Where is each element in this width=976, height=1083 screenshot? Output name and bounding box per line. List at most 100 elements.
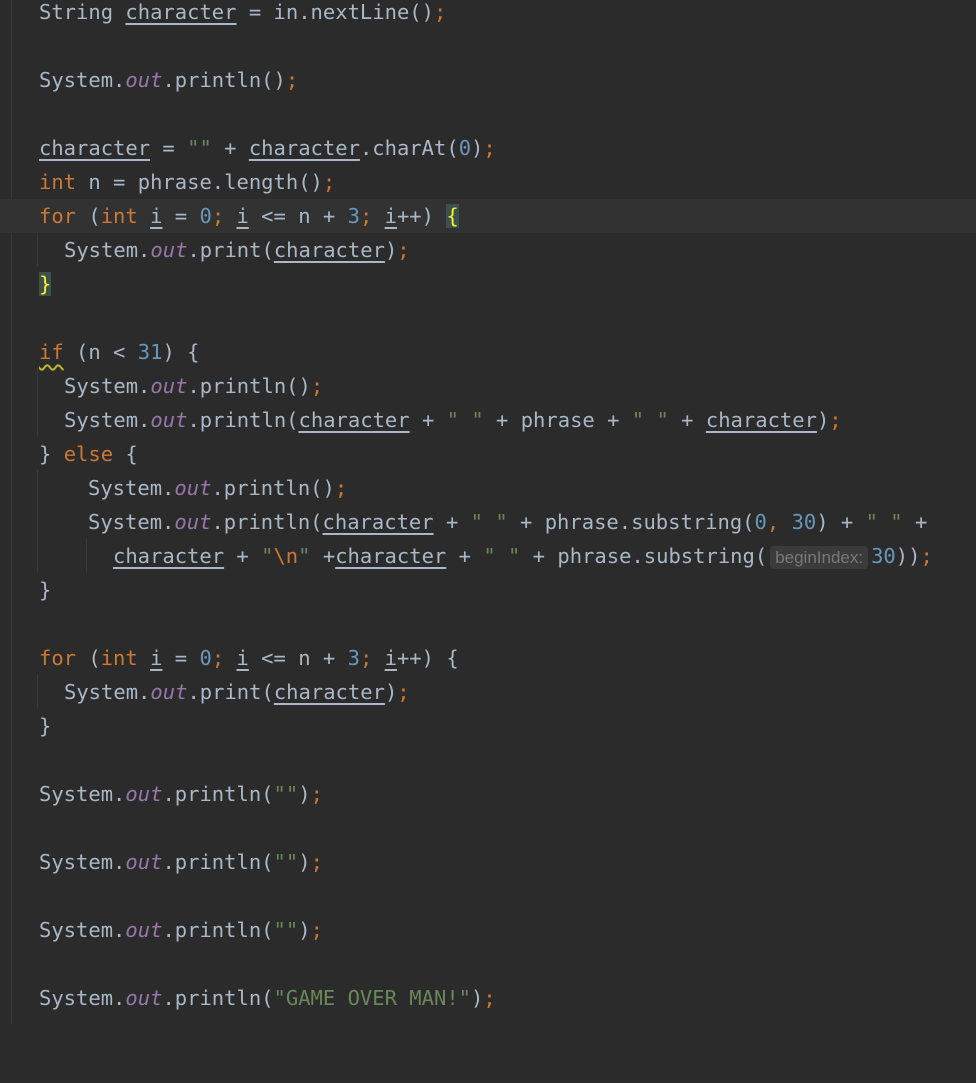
code-line[interactable]: System.out.println("GAME OVER MAN!"); [0,981,976,1015]
string-literal: "" [187,136,212,160]
semicolon: ; [359,646,385,670]
variable-token: character [248,136,360,160]
code-line[interactable]: } else { [0,437,976,471]
code-token: System. [64,374,151,398]
variable-token: character [705,408,817,432]
keyword-token: int [39,170,77,194]
semicolon: ; [397,238,410,262]
variable-token: character [335,544,447,568]
code-line[interactable]: System.out.println(""); [0,777,976,811]
string-literal: " " [865,510,903,534]
code-token: ) [298,918,311,942]
code-token: } [39,578,52,602]
string-literal: "" [273,850,299,874]
semicolon: ; [322,170,336,194]
code-token: ) { [162,340,200,364]
code-token: + phrase.substring( [520,544,768,568]
code-line[interactable]: System.out.println(character + " " + phr… [0,505,976,539]
parameter-hint: beginIndex: [770,546,869,569]
code-token: System. [39,782,126,806]
semicolon: ; [310,918,323,942]
number-literal: 3 [347,204,360,228]
variable-token: character [273,238,385,262]
variable-token: character [273,680,385,704]
code-line[interactable]: } [0,709,976,743]
code-line[interactable]: character + "\n" +character + " " + phra… [0,539,976,573]
code-line[interactable]: System.out.println(character + " " + phr… [0,403,976,437]
code-token: + [446,544,484,568]
code-token: = [162,646,200,670]
code-token: ) [298,782,311,806]
code-token: + [902,510,928,534]
semicolon: ; [310,782,323,806]
code-line[interactable]: System.out.println(); [0,471,976,505]
variable-token: i [384,646,397,670]
string-literal: "" [273,782,299,806]
code-token: .println( [211,510,323,534]
code-token: System. [88,510,175,534]
code-token: System. [39,850,126,874]
code-line[interactable]: System.out.println(""); [0,845,976,879]
code-token: <= n + [248,646,348,670]
code-line[interactable]: int n = phrase.length(); [0,165,976,199]
code-token: ) [298,850,311,874]
code-token: + phrase + [483,408,632,432]
code-token: + [433,510,471,534]
code-line[interactable]: System.out.print(character); [0,675,976,709]
semicolon: ; [211,646,237,670]
keyword-token-warning: if [39,340,64,364]
code-line[interactable]: System.out.println(""); [0,913,976,947]
number-literal: 0 [199,646,212,670]
code-token: .println( [187,408,299,432]
escape-sequence: \n [273,544,299,568]
code-token: ) [384,238,398,262]
semicolon: ; [310,850,323,874]
code-token: .print( [187,238,274,262]
number-literal: 30 [791,510,817,534]
semicolon: ; [359,204,385,228]
number-literal: 0 [754,510,767,534]
code-line[interactable]: System.out.print(character); [0,233,976,267]
code-token: { [113,442,138,466]
code-token: + [668,408,706,432]
code-line[interactable]: System.out.println(); [0,369,976,403]
code-line[interactable]: } [0,573,976,607]
string-literal: " " [470,510,508,534]
code-line[interactable]: if (n < 31) { [0,335,976,369]
code-token: .charAt( [359,136,459,160]
code-token: } [39,714,52,738]
semicolon: ; [829,408,842,432]
static-field-token: out [174,476,212,500]
code-token: ) [471,986,484,1010]
string-literal: " " [446,408,484,432]
code-token: + phrase.substring( [507,510,755,534]
code-line[interactable]: String character = in.nextLine(); [0,0,976,29]
semicolon: ; [397,680,410,704]
variable-token: i [236,646,249,670]
code-line[interactable]: character = "" + character.charAt(0); [0,131,976,165]
static-field-token: out [150,680,188,704]
code-token: ) [816,408,830,432]
semicolon: ; [211,204,237,228]
semicolon: ; [285,68,299,92]
variable-token: character [298,408,410,432]
static-field-token: out [125,68,163,92]
code-line-current[interactable]: for (int i = 0; i <= n + 3; i++) { [0,199,976,233]
variable-token: character [113,544,225,568]
static-field-token: out [125,782,163,806]
variable-token: character [39,136,151,160]
static-field-token: out [150,408,188,432]
code-line[interactable]: } [0,267,976,301]
code-line[interactable]: System.out.println(); [0,63,976,97]
code-token: .println( [162,850,274,874]
matched-brace: } [39,272,52,296]
string-literal: " " [483,544,521,568]
code-token: ( [76,204,101,228]
keyword-token: for [39,204,77,228]
code-token: + [409,408,447,432]
code-token: System. [88,476,175,500]
code-line[interactable]: for (int i = 0; i <= n + 3; i++) { [0,641,976,675]
keyword-token: int [100,204,138,228]
keyword-token: int [100,646,138,670]
keyword-token: for [39,646,77,670]
